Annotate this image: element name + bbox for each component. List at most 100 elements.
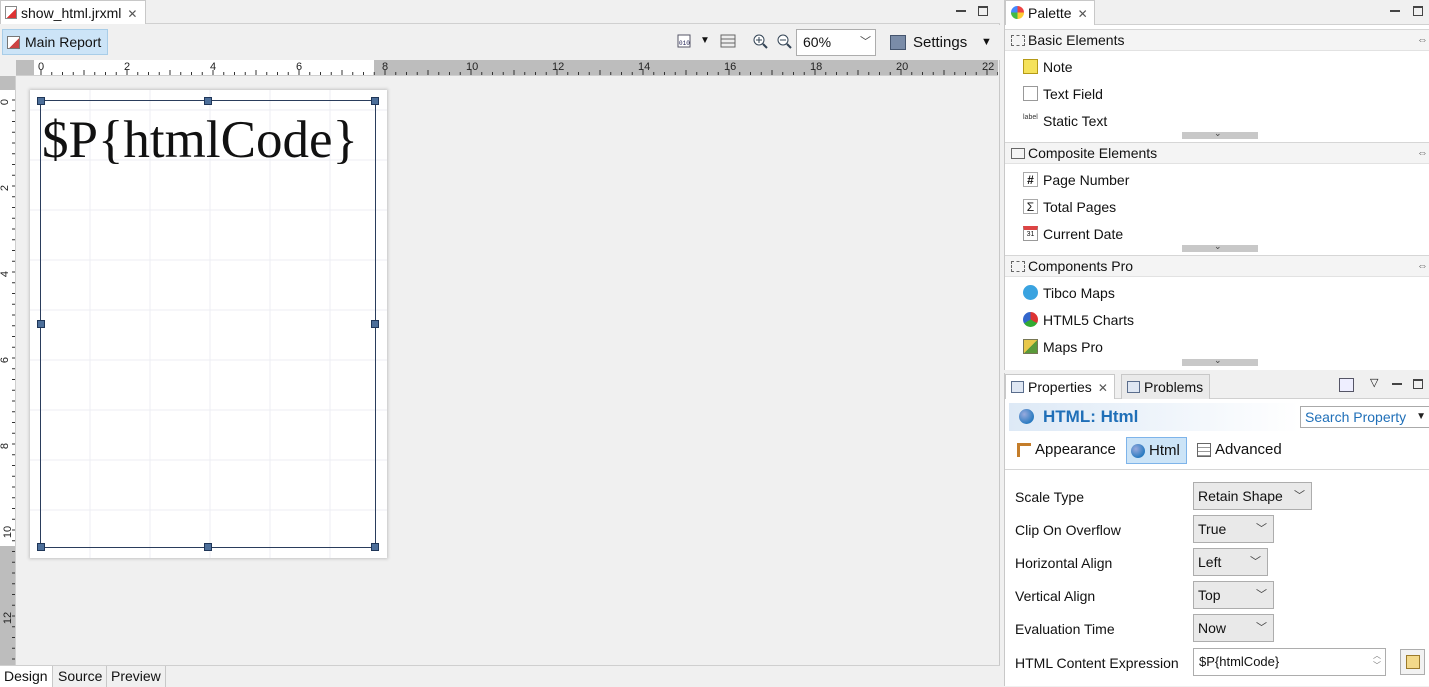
resize-handle[interactable] — [37, 320, 45, 328]
spinner-icon[interactable]: ︿ ﹀ — [1371, 651, 1383, 673]
drawer-scroll-indicator[interactable]: ⌄ — [1182, 241, 1258, 252]
sigma-icon: Σ — [1023, 199, 1038, 214]
main-report-button[interactable]: Main Report — [2, 29, 109, 55]
ruler-label: 10 — [2, 525, 15, 539]
html-globe-icon — [1131, 444, 1145, 458]
drawer-scroll-indicator[interactable]: ⌄ — [1182, 355, 1258, 366]
close-icon[interactable]: ✕ — [1078, 7, 1088, 21]
close-icon[interactable]: ✕ — [1098, 381, 1108, 395]
tab-preview[interactable]: Preview — [107, 666, 166, 687]
vertical-align-select[interactable]: Top ﹀ — [1193, 581, 1274, 609]
expression-editor-button[interactable] — [1400, 649, 1425, 675]
palette-item-label: Tibco Maps — [1043, 285, 1115, 301]
tab-html-label: Html — [1149, 442, 1180, 459]
view-menu-icon[interactable]: ▽ — [1370, 376, 1378, 389]
zoom-in-icon[interactable] — [752, 33, 768, 49]
chevron-down-icon[interactable]: ▼ — [700, 33, 716, 49]
palette-item-text-field[interactable]: Text Field — [1023, 83, 1103, 105]
palette-item-current-date[interactable]: 31 Current Date — [1023, 223, 1123, 245]
palette-item-total-pages[interactable]: Σ Total Pages — [1023, 196, 1116, 218]
ruler-label: 8 — [0, 442, 12, 450]
chevron-down-icon: ﹀ — [1294, 490, 1305, 502]
table-icon — [1197, 443, 1211, 457]
scale-type-select[interactable]: Retain Shape ﹀ — [1193, 482, 1312, 510]
palette-item-tibco-maps[interactable]: Tibco Maps — [1023, 282, 1115, 304]
close-icon[interactable]: ✕ — [127, 7, 137, 21]
expression-editor-icon — [1406, 655, 1420, 669]
resize-handle[interactable] — [204, 543, 212, 551]
drawer-components-pro[interactable]: Components Pro ⇔ — [1005, 255, 1429, 277]
maximize-icon[interactable] — [1413, 379, 1423, 389]
resize-handle[interactable] — [371, 97, 379, 105]
chevron-down-icon: ﹀ — [1256, 622, 1267, 634]
palette-view: Palette ✕ Basic Elements ⇔ Note Text Fiel… — [1004, 0, 1429, 370]
appearance-icon — [1017, 443, 1031, 457]
ruler-label: 2 — [124, 61, 131, 73]
html-content-expression-input[interactable]: $P{htmlCode} ︿ ﹀ — [1193, 648, 1386, 676]
drawer-scroll-indicator[interactable]: ⌄ — [1182, 128, 1258, 139]
palette-item-page-number[interactable]: # Page Number — [1023, 169, 1129, 191]
drawer-title: Components Pro — [1028, 258, 1134, 274]
palette-icon — [1011, 6, 1024, 19]
ruler-label: 10 — [466, 61, 479, 73]
resize-handle[interactable] — [204, 97, 212, 105]
search-property-dropdown[interactable]: Search Property ▼ — [1300, 406, 1429, 428]
drawer-composite-elements[interactable]: Composite Elements ⇔ — [1005, 142, 1429, 164]
chevron-down-icon: ﹀ — [1250, 556, 1261, 568]
tab-appearance[interactable]: Appearance — [1013, 437, 1122, 464]
tab-advanced[interactable]: Advanced — [1193, 437, 1288, 464]
ruler-label: 4 — [0, 270, 12, 278]
horizontal-align-value: Left — [1198, 554, 1222, 570]
vertical-align-value: Top — [1198, 587, 1221, 603]
divider — [1005, 469, 1429, 470]
palette-tab[interactable]: Palette ✕ — [1005, 0, 1095, 25]
ruler-label: 12 — [552, 61, 565, 73]
tibco-maps-icon — [1023, 285, 1038, 300]
palette-item-maps-pro[interactable]: Maps Pro — [1023, 336, 1103, 358]
evaluation-time-select[interactable]: Now ﹀ — [1193, 614, 1274, 642]
minimize-icon[interactable] — [956, 6, 966, 12]
tab-properties[interactable]: Properties ✕ — [1005, 374, 1115, 399]
note-icon — [1023, 59, 1038, 74]
palette-item-html5-charts[interactable]: HTML5 Charts — [1023, 309, 1134, 331]
dataset-icon[interactable]: 010 — [677, 33, 693, 49]
page-number-icon: # — [1023, 172, 1038, 187]
resize-handle[interactable] — [37, 543, 45, 551]
zoom-out-icon[interactable] — [776, 33, 792, 49]
resize-handle[interactable] — [37, 97, 45, 105]
drawer-icon — [1011, 148, 1025, 159]
tab-html[interactable]: Html — [1126, 437, 1187, 464]
vertical-ruler: 0 2 4 6 8 10 12 — [0, 76, 16, 676]
minimize-icon[interactable] — [1392, 379, 1402, 385]
html-element-expression: $P{htmlCode} — [42, 111, 358, 169]
tab-source[interactable]: Source — [54, 666, 108, 687]
layout-icon[interactable] — [720, 33, 736, 49]
horizontal-align-select[interactable]: Left ﹀ — [1193, 548, 1268, 576]
palette-item-label: Current Date — [1043, 226, 1124, 242]
palette-item-label: HTML5 Charts — [1043, 312, 1135, 328]
palette-item-label: Text Field — [1043, 86, 1103, 102]
scale-type-value: Retain Shape — [1198, 488, 1283, 504]
tab-problems[interactable]: Problems — [1121, 374, 1211, 399]
new-view-icon[interactable] — [1339, 378, 1354, 392]
drawer-basic-elements[interactable]: Basic Elements ⇔ — [1005, 29, 1429, 51]
palette-item-note[interactable]: Note — [1023, 56, 1073, 78]
maximize-icon[interactable] — [978, 6, 988, 16]
evaluation-time-value: Now — [1198, 620, 1227, 636]
pin-icon[interactable]: ⇔ — [1417, 143, 1428, 164]
zoom-select[interactable]: 60% ﹀ — [796, 29, 876, 56]
evaluation-time-label: Evaluation Time — [1015, 621, 1115, 637]
resize-handle[interactable] — [371, 543, 379, 551]
pin-icon[interactable]: ⇔ — [1417, 256, 1428, 277]
resize-handle[interactable] — [371, 320, 379, 328]
pin-icon[interactable]: ⇔ — [1417, 30, 1428, 51]
palette-item-static-text[interactable]: label Static Text — [1023, 110, 1107, 132]
file-tab[interactable]: show_html.jrxml ✕ — [0, 0, 147, 24]
clip-on-overflow-select[interactable]: True ﹀ — [1193, 515, 1274, 543]
tab-design[interactable]: Design — [0, 666, 53, 687]
calendar-icon: 31 — [1023, 226, 1038, 241]
settings-button[interactable]: Settings ▼ — [887, 29, 992, 56]
tab-properties-label: Properties — [1028, 379, 1092, 395]
maximize-icon[interactable] — [1413, 6, 1423, 16]
minimize-icon[interactable] — [1390, 6, 1400, 12]
